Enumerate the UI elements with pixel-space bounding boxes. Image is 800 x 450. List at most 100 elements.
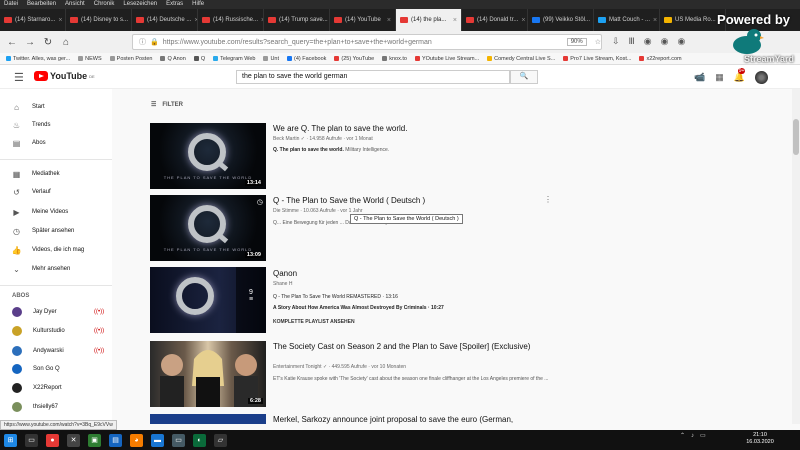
bookmark-item[interactable]: Posten Posten — [109, 53, 152, 64]
windows-start-icon[interactable]: ⊞ — [4, 433, 17, 447]
browser-tab[interactable]: (14) Disney to s...× — [66, 9, 132, 31]
sidebar-item[interactable]: ♨ Trends — [12, 119, 51, 131]
forward-icon[interactable]: → — [24, 37, 36, 48]
home-button-icon[interactable]: ⌂ — [60, 37, 72, 48]
bookmark-item[interactable]: x22report.com — [639, 53, 682, 64]
subscription-item[interactable]: Andywarski ((•)) — [12, 345, 104, 357]
app-icon-4[interactable]: ◐ — [193, 433, 206, 447]
menu-item[interactable]: Datei — [4, 0, 18, 9]
search-button[interactable]: 🔍 — [510, 70, 538, 84]
playlist-title[interactable]: Qanon — [273, 269, 297, 278]
video-thumbnail[interactable]: 6:28 — [150, 341, 266, 407]
sidebar-item[interactable]: ▶ Meine Videos — [12, 206, 68, 218]
subscription-item[interactable]: X22Report — [12, 382, 62, 394]
extension-icon-3[interactable]: ◉ — [677, 36, 685, 47]
address-bar[interactable]: ⓘ 🔒 https://www.youtube.com/results?sear… — [132, 34, 602, 50]
playlist-entry[interactable]: Q - The Plan To Save The World REMASTERE… — [273, 294, 398, 300]
clock-overlay-icon[interactable]: ◷ — [257, 198, 263, 206]
subscription-item[interactable]: thsielly67 — [12, 401, 58, 413]
bookmark-item[interactable]: Unt — [263, 53, 279, 64]
browser-tab[interactable]: (99) Veikko Stöl...× — [528, 9, 594, 31]
playlist-entry[interactable]: A Story About How America Was Almost Des… — [273, 305, 444, 311]
menu-item[interactable]: Ansicht — [65, 0, 85, 9]
extension-icon-2[interactable]: ◉ — [661, 36, 669, 47]
browser-tab[interactable]: (14) Starnaro... × — [0, 9, 66, 31]
video-title[interactable]: Q - The Plan to Save the World ( Deutsch… — [273, 196, 425, 205]
extension-icon[interactable]: ◉ — [644, 36, 652, 47]
close-icon[interactable]: × — [58, 17, 62, 24]
browser-tab[interactable]: (14) Deutsche ...× — [132, 9, 198, 31]
sidebar-item[interactable]: 👍 Videos, die ich mag — [12, 244, 85, 256]
task-view-icon[interactable]: ▭ — [25, 433, 38, 447]
sidebar-item[interactable]: ↺ Verlauf — [12, 186, 51, 198]
hamburger-menu-icon[interactable]: ☰ — [14, 71, 24, 84]
notifications-bell-icon[interactable]: 🔔 9+ — [734, 68, 746, 83]
playlist-thumbnail[interactable]: 9 ≡ — [150, 267, 266, 333]
info-icon[interactable]: ⓘ — [139, 37, 146, 47]
menu-item[interactable]: Lesezeichen — [123, 0, 157, 9]
volume-icon[interactable]: ♪ — [691, 433, 694, 439]
firefox-icon[interactable]: ◕ — [130, 433, 143, 447]
browser-tab[interactable]: (14) the pla... × — [396, 9, 462, 31]
bookmark-item[interactable]: (4) Facebook — [287, 53, 326, 64]
chrome-icon[interactable]: ● — [46, 433, 59, 447]
reload-icon[interactable]: ↻ — [42, 37, 54, 48]
bookmark-item[interactable]: Telegram Web — [213, 53, 255, 64]
app-icon-green[interactable]: ▣ — [88, 433, 101, 447]
clock[interactable]: 21:10 16.03.2020 — [740, 432, 780, 446]
video-title[interactable]: We are Q. The plan to save the world. — [273, 124, 407, 133]
close-icon[interactable]: × — [521, 17, 525, 24]
close-icon[interactable]: × — [453, 17, 457, 24]
browser-tab[interactable]: (14) Trump save...× — [264, 9, 330, 31]
tray-arrow-icon[interactable]: ⌃ — [680, 432, 685, 439]
video-title[interactable]: The Society Cast on Season 2 and the Pla… — [273, 342, 533, 352]
zoom-level[interactable]: 90% — [566, 38, 587, 46]
view-full-playlist-link[interactable]: KOMPLETTE PLAYLIST ANSEHEN — [273, 319, 355, 325]
bookmark-item[interactable]: Pro7 Live Stream, Kost... — [563, 53, 631, 64]
video-thumbnail[interactable]: THE PLAN TO SAVE THE WORLD ◷ 13:09 — [150, 195, 266, 261]
menu-item[interactable]: Chronik — [94, 0, 115, 9]
video-title[interactable]: Merkel, Sarkozy announce joint proposal … — [273, 415, 513, 424]
library-toolbar-icon[interactable]: Ⅲ — [629, 36, 635, 47]
scrollbar-thumb[interactable] — [793, 119, 799, 155]
back-icon[interactable]: ← — [6, 37, 18, 48]
sidebar-item[interactable]: ▦ Mediathek — [12, 168, 60, 180]
sidebar-item[interactable]: ⌄ Mehr ansehen — [12, 263, 70, 275]
video-thumbnail[interactable]: THE PLAN TO SAVE THE WORLD 13:14 — [150, 123, 266, 189]
browser-tab[interactable]: Matt Couch - ... × — [594, 9, 660, 31]
url-text[interactable]: https://www.youtube.com/results?search_q… — [163, 39, 432, 46]
app-icon-2[interactable]: ▬ — [151, 433, 164, 447]
menu-item[interactable]: Bearbeiten — [27, 0, 56, 9]
subscription-item[interactable]: Son Go Q — [12, 363, 60, 375]
menu-item[interactable]: Extras — [166, 0, 183, 9]
avatar[interactable] — [754, 71, 768, 84]
browser-tab[interactable]: (14) YouTube × — [330, 9, 396, 31]
search-input[interactable]: the plan to save the world german — [236, 70, 510, 84]
downloads-icon[interactable]: ⇩ — [612, 36, 620, 47]
network-icon[interactable]: ▭ — [700, 432, 706, 439]
explorer-icon[interactable]: ▱ — [214, 433, 227, 447]
filter-button[interactable]: ☰ FILTER — [151, 101, 183, 109]
bookmark-item[interactable]: Q — [193, 53, 205, 64]
apps-grid-icon[interactable]: ▦ — [715, 72, 724, 83]
sidebar-item[interactable]: ◷ Später ansehen — [12, 225, 74, 237]
youtube-logo[interactable]: YouTube DE — [34, 71, 95, 81]
more-options-icon[interactable]: ⋮ — [544, 195, 552, 204]
bookmark-item[interactable]: Q Anon — [160, 53, 186, 64]
create-video-icon[interactable]: 📹 — [694, 72, 705, 83]
app-icon-blue[interactable]: ▤ — [109, 433, 122, 447]
bookmark-item[interactable]: (25) YouTube — [334, 53, 374, 64]
subscription-item[interactable]: Kulturstudio ((•)) — [12, 325, 104, 337]
bookmark-item[interactable]: NEWS — [78, 53, 102, 64]
menu-item[interactable]: Hilfe — [192, 0, 204, 9]
close-icon[interactable]: × — [387, 17, 391, 24]
bookmark-item[interactable]: Twitter. Alles, was ger... — [6, 53, 70, 64]
browser-tab[interactable]: (14) Russische...× — [198, 9, 264, 31]
scrollbar[interactable] — [792, 89, 800, 424]
bookmark-item[interactable]: knox.to — [382, 53, 407, 64]
app-icon-3[interactable]: ▭ — [172, 433, 185, 447]
close-icon[interactable]: × — [653, 17, 657, 24]
bookmark-item[interactable]: YOutube Live Stream... — [414, 53, 479, 64]
video-thumbnail[interactable] — [150, 414, 266, 424]
app-icon[interactable]: ✕ — [67, 433, 80, 447]
